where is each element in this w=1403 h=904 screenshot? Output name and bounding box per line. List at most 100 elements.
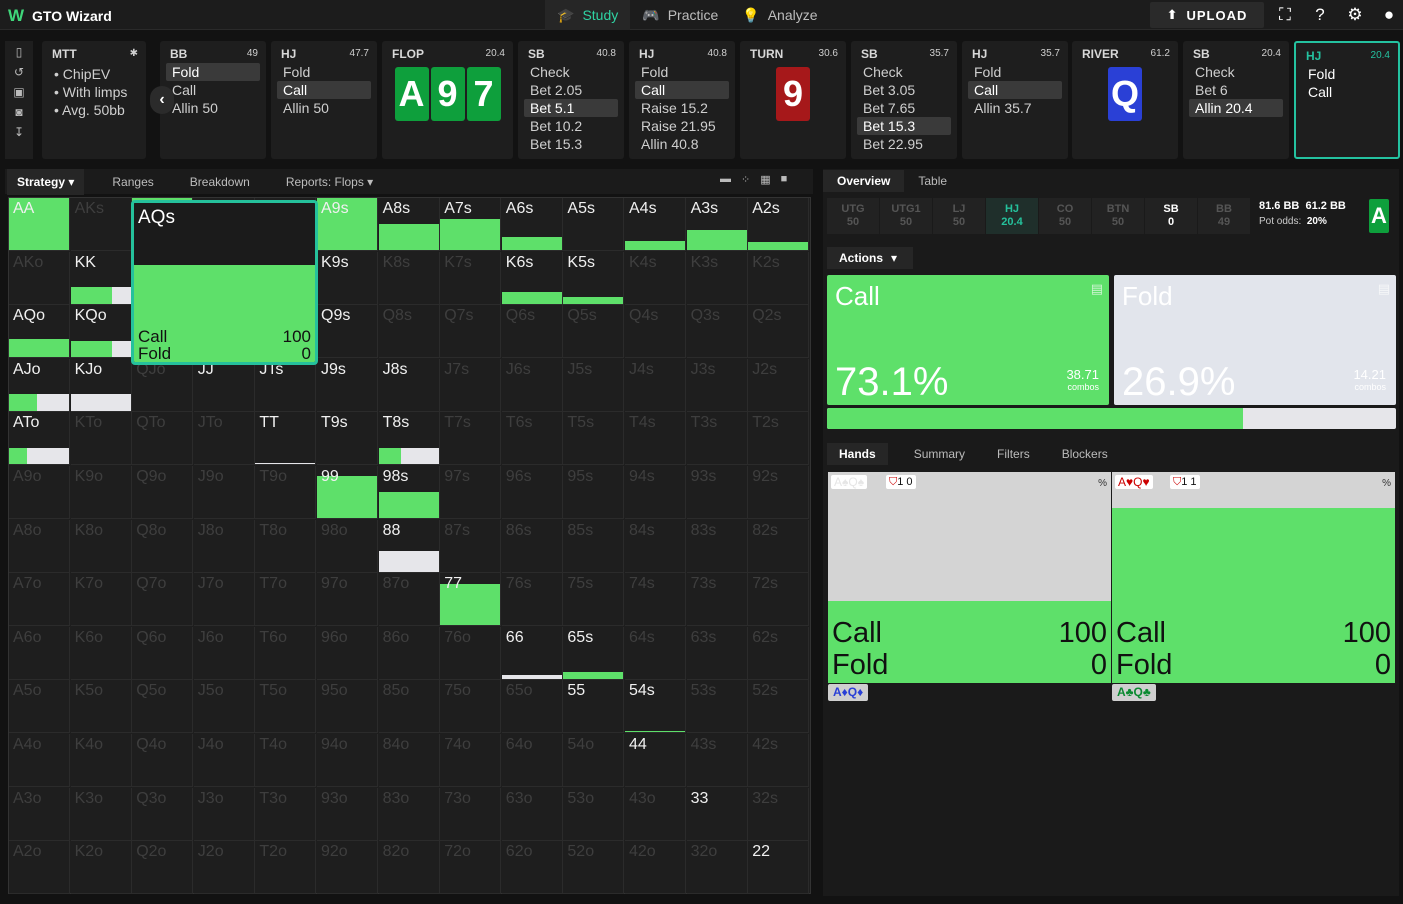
hand-cell[interactable]: QJo (132, 358, 194, 412)
hand-cell[interactable]: JTo (193, 412, 255, 466)
hand-cell[interactable]: Q9o (132, 466, 194, 519)
hand-cell[interactable]: 85o (378, 680, 440, 734)
settings-gear-icon[interactable]: ✱ (130, 48, 138, 59)
back-arrow-button[interactable]: ‹ (150, 86, 174, 114)
hand-cell[interactable]: 74o (440, 734, 502, 787)
node-action[interactable]: Fold (635, 63, 729, 81)
actions-dropdown[interactable]: Actions ▾ (827, 247, 913, 269)
hand-cell[interactable]: J3s (686, 358, 748, 412)
hand-cell[interactable]: T2o (255, 841, 317, 895)
sub-combo-label[interactable]: A♣Q♣ (1112, 684, 1156, 701)
hand-cell[interactable]: T7o (255, 573, 317, 627)
tab-summary[interactable]: Summary (898, 443, 981, 465)
hand-cell[interactable]: A7o (9, 573, 70, 627)
hand-cell[interactable]: AKs (70, 198, 132, 251)
hand-cell[interactable]: 93s (686, 466, 748, 519)
node-action[interactable]: Allin 40.8 (635, 135, 729, 153)
hand-cell[interactable]: J9s (317, 358, 378, 412)
hand-cell[interactable]: A4o (9, 734, 70, 787)
hand-cell[interactable]: T8o (255, 519, 317, 573)
position-sb[interactable]: SB 0 (1145, 198, 1197, 234)
hand-cell[interactable]: 62o (501, 841, 563, 895)
hand-cell[interactable]: 42o (625, 841, 686, 895)
app-logo[interactable]: W GTO Wizard (8, 6, 112, 26)
node-action[interactable]: Allin 20.4 (1189, 99, 1283, 117)
node-action[interactable]: Check (857, 63, 951, 81)
hand-cell[interactable]: Q8o (132, 519, 194, 573)
hand-cell[interactable]: K2o (70, 841, 132, 895)
full-view-icon[interactable]: ■ (781, 173, 788, 186)
hand-cell[interactable]: 87o (378, 573, 440, 627)
hand-cell[interactable]: 98o (317, 519, 378, 573)
hand-cell[interactable]: K5o (70, 680, 132, 734)
gear-icon[interactable]: ⚙ (1344, 4, 1366, 26)
tree-node-turn[interactable]: TURN 30.6 9 (740, 41, 846, 159)
hand-cell[interactable]: AJo (9, 358, 70, 412)
hand-cell[interactable]: Q6o (132, 626, 194, 680)
tab-strategy[interactable]: Strategy ▾ (7, 168, 85, 195)
hand-cell[interactable]: K5s (563, 251, 625, 305)
hand-cell[interactable]: 64s (625, 626, 686, 680)
combo-card[interactable]: A♥Q♥ ⛉1 1 % Call 100 Fold 0 (1112, 472, 1395, 683)
hand-cell[interactable]: 62s (748, 626, 810, 680)
hand-cell[interactable]: 76o (440, 626, 502, 680)
node-action[interactable]: Allin 50 (166, 99, 260, 117)
user-icon[interactable]: ● (1378, 4, 1400, 26)
hand-cell[interactable]: A5o (9, 680, 70, 734)
hand-cell[interactable]: J5o (193, 680, 255, 734)
tree-node-hj[interactable]: HJ 40.8 Fold Call Raise 15.2 Raise 21.95 Allin… (629, 41, 735, 159)
hand-cell[interactable]: KK (70, 251, 132, 305)
node-action[interactable]: Bet 15.3 (524, 135, 618, 153)
scan-icon[interactable]: ⛶ (1274, 4, 1296, 26)
hand-cell[interactable]: 53s (686, 680, 748, 734)
hand-cell[interactable]: 82s (748, 519, 810, 573)
node-action[interactable]: Bet 3.05 (857, 81, 951, 99)
hand-cell[interactable]: K8o (70, 519, 132, 573)
hand-cell[interactable]: 83s (686, 519, 748, 573)
hand-cell[interactable]: T2s (748, 412, 810, 466)
hand-cell[interactable]: 94o (317, 734, 378, 787)
bookmark-icon[interactable]: ▯ (16, 45, 23, 59)
hand-cell[interactable]: T4s (625, 412, 686, 466)
hand-cell[interactable]: A8s (378, 198, 440, 251)
hand-cell[interactable]: T3o (255, 787, 317, 841)
node-action[interactable]: Fold (968, 63, 1062, 81)
tree-node-hj[interactable]: HJ 20.4 Fold Call (1294, 41, 1400, 159)
hand-cell[interactable]: Q4o (132, 734, 194, 787)
tab-breakdown[interactable]: Breakdown (190, 175, 250, 189)
tree-node-flop[interactable]: FLOP 20.4 A 9 7 (382, 41, 513, 159)
hand-cell[interactable]: K6s (501, 251, 563, 305)
hand-cell[interactable]: 96s (501, 466, 563, 519)
hand-cell[interactable]: T9o (255, 466, 317, 519)
hand-cell[interactable]: K8s (378, 251, 440, 305)
hand-cell[interactable]: KQo (70, 305, 132, 359)
hand-cell[interactable]: 43s (686, 734, 748, 787)
tree-node-river[interactable]: RIVER 61.2 Q (1072, 41, 1178, 159)
node-action[interactable]: Bet 7.65 (857, 99, 951, 117)
hand-cell[interactable]: Q3s (686, 305, 748, 359)
hand-cell[interactable]: K7s (440, 251, 502, 305)
tree-node-hj[interactable]: HJ 47.7 Fold Call Allin 50 (271, 41, 377, 159)
hand-cell[interactable]: A6o (9, 626, 70, 680)
hand-cell[interactable]: J3o (193, 787, 255, 841)
hand-cell[interactable]: J2s (748, 358, 810, 412)
hand-cell[interactable]: T4o (255, 734, 317, 787)
hand-cell[interactable]: 52s (748, 680, 810, 734)
tab-practice[interactable]: 🎮 Practice (630, 0, 730, 30)
tab-table[interactable]: Table (904, 170, 961, 192)
tree-node-hj[interactable]: HJ 35.7 Fold Call Allin 35.7 (962, 41, 1068, 159)
upload-button[interactable]: ⬆ UPLOAD (1150, 2, 1264, 28)
hand-cell[interactable]: 63s (686, 626, 748, 680)
hand-cell[interactable]: 93o (317, 787, 378, 841)
hand-cell[interactable]: J8s (378, 358, 440, 412)
hand-cell[interactable]: J9o (193, 466, 255, 519)
hand-cell[interactable]: 76s (501, 573, 563, 627)
hand-cell[interactable]: 97o (317, 573, 378, 627)
hand-cell[interactable]: J7s (440, 358, 502, 412)
node-action[interactable]: Fold (166, 63, 260, 81)
hand-cell[interactable]: 92o (317, 841, 378, 895)
hand-cell[interactable]: A2s (748, 198, 810, 251)
hand-cell[interactable]: 83o (378, 787, 440, 841)
tree-node-sb[interactable]: SB 40.8 Check Bet 2.05 Bet 5.1 Bet 10.2 Bet 15… (518, 41, 624, 159)
hand-cell[interactable]: 95s (563, 466, 625, 519)
